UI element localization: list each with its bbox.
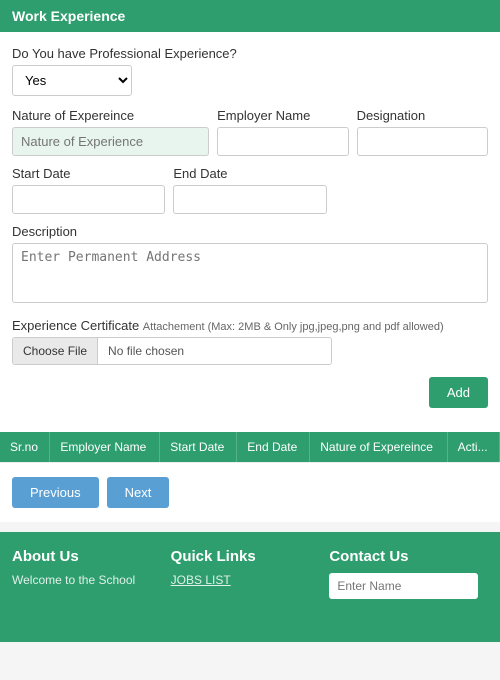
designation-input[interactable] bbox=[357, 127, 488, 156]
cert-label: Experience Certificate Attachement (Max:… bbox=[12, 318, 488, 333]
add-button[interactable]: Add bbox=[429, 377, 488, 408]
contact-name-input[interactable] bbox=[329, 573, 478, 599]
contact-title: Contact Us bbox=[329, 548, 478, 565]
employer-group: Employer Name bbox=[217, 108, 348, 156]
description-textarea[interactable] bbox=[12, 243, 488, 303]
certificate-group: Experience Certificate Attachement (Max:… bbox=[12, 318, 488, 365]
cert-note: Attachement (Max: 2MB & Only jpg,jpeg,pn… bbox=[143, 321, 444, 333]
description-group: Description bbox=[12, 224, 488, 306]
employer-input[interactable] bbox=[217, 127, 348, 156]
section-title: Work Experience bbox=[12, 8, 125, 24]
professional-experience-label: Do You have Professional Experience? bbox=[12, 46, 488, 61]
table-header: Sr.noEmployer NameStart DateEnd DateNatu… bbox=[0, 432, 500, 462]
table-header-cell: Sr.no bbox=[0, 432, 50, 462]
professional-experience-group: Do You have Professional Experience? Yes bbox=[12, 46, 488, 96]
designation-group: Designation bbox=[357, 108, 488, 156]
end-date-label: End Date bbox=[173, 166, 326, 181]
start-date-label: Start Date bbox=[12, 166, 165, 181]
empty-col bbox=[335, 166, 488, 214]
choose-file-button[interactable]: Choose File bbox=[13, 338, 98, 364]
navigation-buttons: Previous Next bbox=[0, 462, 500, 522]
footer: About Us Welcome to the School Quick Lin… bbox=[0, 532, 500, 642]
footer-contact: Contact Us bbox=[329, 548, 488, 626]
dates-row: Start Date End Date bbox=[12, 166, 488, 214]
nature-label: Nature of Expereince bbox=[12, 108, 209, 123]
about-title: About Us bbox=[12, 548, 161, 565]
nature-input[interactable] bbox=[12, 127, 209, 156]
table-header-cell: Employer Name bbox=[50, 432, 160, 462]
section-header: Work Experience bbox=[0, 0, 500, 32]
table-header-cell: Nature of Expereince bbox=[310, 432, 447, 462]
description-label: Description bbox=[12, 224, 488, 239]
add-button-row: Add bbox=[12, 377, 488, 408]
start-date-group: Start Date bbox=[12, 166, 165, 214]
footer-about: About Us Welcome to the School bbox=[12, 548, 171, 626]
employer-label: Employer Name bbox=[217, 108, 348, 123]
table-header-row: Sr.noEmployer NameStart DateEnd DateNatu… bbox=[0, 432, 500, 462]
file-upload-container: Choose File No file chosen bbox=[12, 337, 332, 365]
designation-label: Designation bbox=[357, 108, 488, 123]
previous-button[interactable]: Previous bbox=[12, 477, 99, 508]
quick-links-title: Quick Links bbox=[171, 548, 320, 565]
work-experience-form: Do You have Professional Experience? Yes… bbox=[0, 32, 500, 432]
experience-table: Sr.noEmployer NameStart DateEnd DateNatu… bbox=[0, 432, 500, 462]
end-date-group: End Date bbox=[173, 166, 326, 214]
professional-experience-select[interactable]: Yes bbox=[12, 65, 132, 96]
file-name-display: No file chosen bbox=[98, 338, 331, 364]
nature-group: Nature of Expereince bbox=[12, 108, 209, 156]
table-header-cell: End Date bbox=[237, 432, 310, 462]
footer-quick-links: Quick Links JOBS LIST bbox=[171, 548, 330, 626]
end-date-input[interactable] bbox=[173, 185, 326, 214]
start-date-input[interactable] bbox=[12, 185, 165, 214]
about-text: Welcome to the School bbox=[12, 573, 161, 587]
table-header-cell: Start Date bbox=[160, 432, 237, 462]
table-header-cell: Acti... bbox=[447, 432, 499, 462]
nature-employer-designation-row: Nature of Expereince Employer Name Desig… bbox=[12, 108, 488, 156]
jobs-list-link[interactable]: JOBS LIST bbox=[171, 573, 320, 587]
next-button[interactable]: Next bbox=[107, 477, 170, 508]
